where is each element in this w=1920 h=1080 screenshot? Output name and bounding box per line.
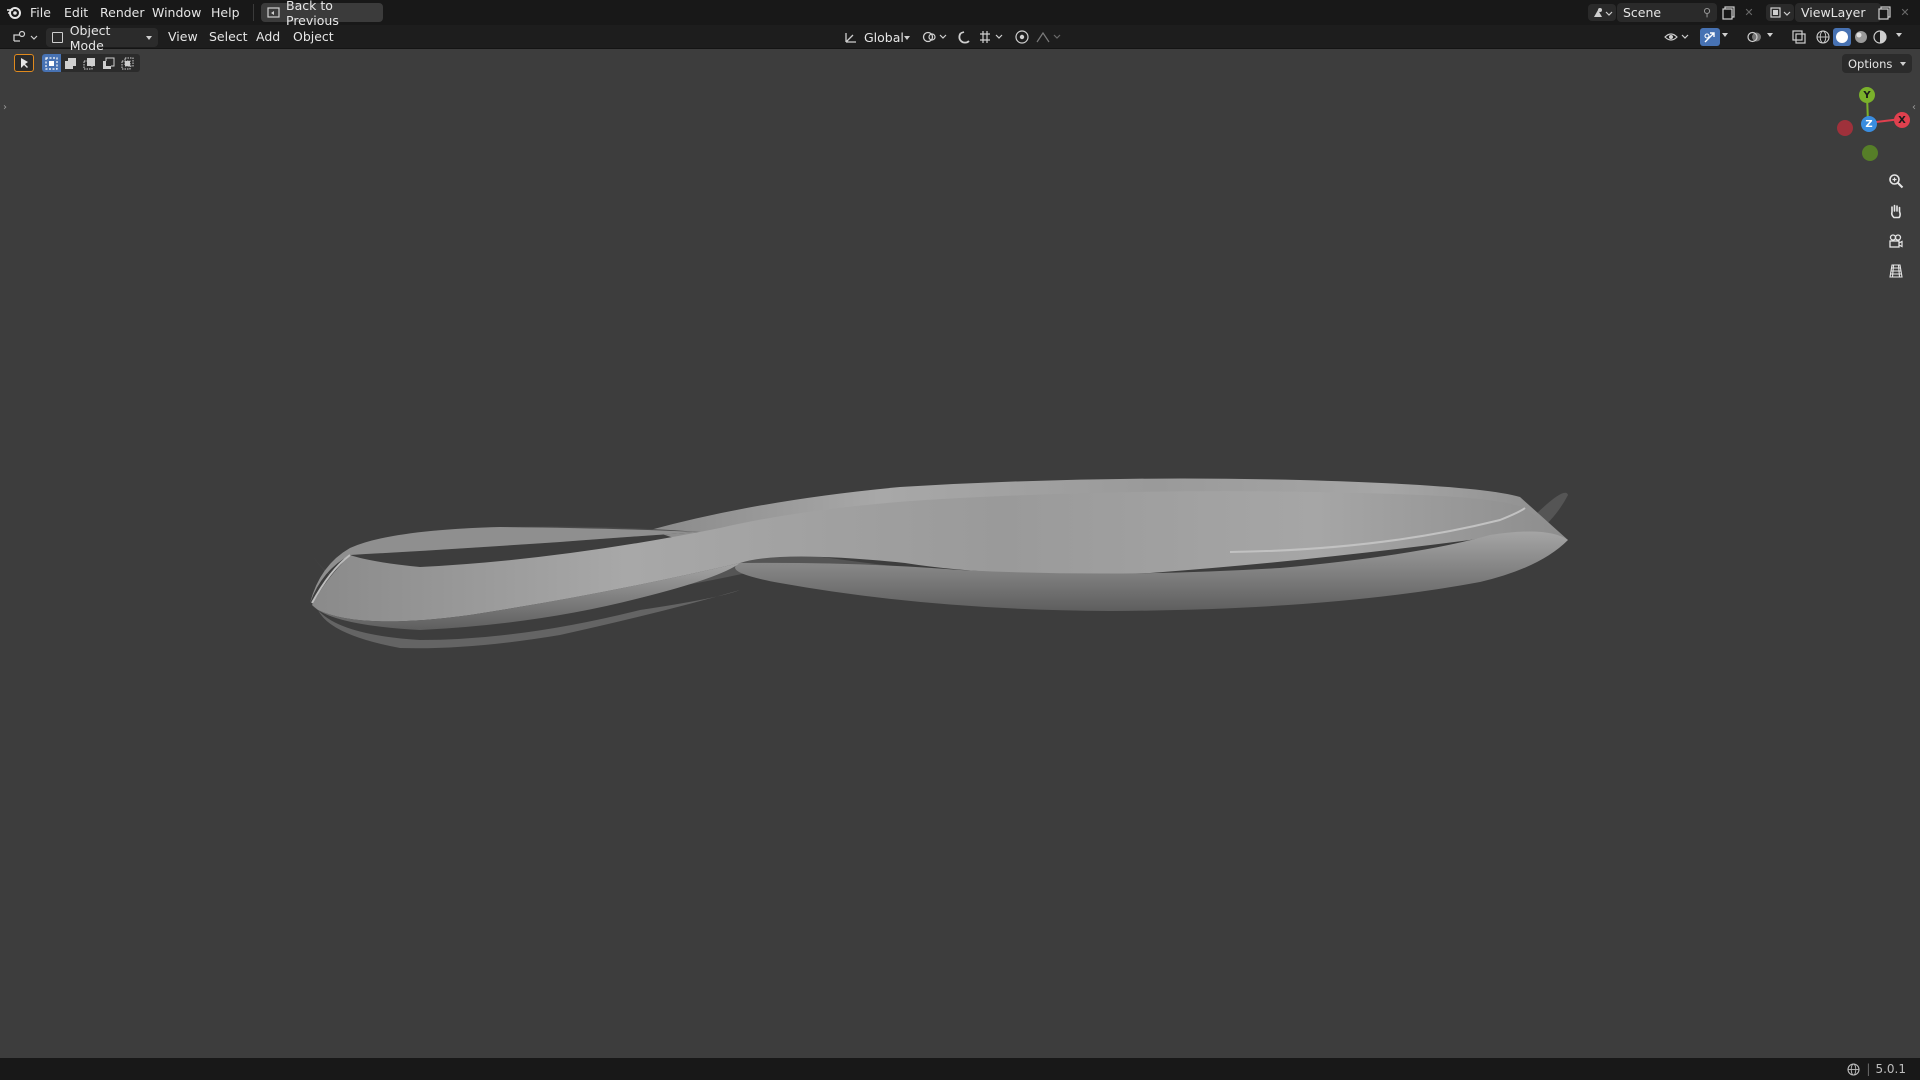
object-mode-icon — [52, 32, 63, 43]
new-viewlayer-icon[interactable] — [1876, 4, 1894, 21]
orientation-icon — [844, 31, 858, 44]
menu-help[interactable]: Help — [211, 6, 240, 20]
editor-type-icon[interactable] — [10, 28, 40, 46]
blender-version: 5.0.1 — [1875, 1062, 1906, 1076]
overlays-dropdown-icon[interactable] — [1767, 30, 1773, 40]
pin-icon[interactable]: ⚲ — [1703, 6, 1711, 19]
falloff-icon[interactable] — [1034, 28, 1064, 46]
menu-render[interactable]: Render — [100, 6, 145, 20]
menu-select[interactable]: Select — [209, 30, 248, 44]
solid-shading-icon[interactable] — [1833, 28, 1851, 46]
material-shading-icon[interactable] — [1852, 28, 1870, 46]
snap-target-icon[interactable] — [976, 28, 1006, 46]
3d-viewport[interactable]: Options › ‹ Y X Z — [0, 50, 1920, 1058]
chevron-down-icon — [146, 35, 152, 40]
blender-logo-icon[interactable] — [6, 4, 22, 20]
menu-view[interactable]: View — [168, 30, 198, 44]
scene-browse-icon[interactable] — [1588, 4, 1616, 21]
wireframe-shading-icon[interactable] — [1814, 28, 1832, 46]
pivot-point-icon[interactable] — [920, 28, 950, 46]
network-globe-icon[interactable] — [1847, 1062, 1860, 1076]
overlays-toggle-icon[interactable] — [1744, 28, 1764, 46]
proportional-editing-icon[interactable] — [1013, 28, 1031, 46]
menu-file[interactable]: File — [30, 6, 51, 20]
chevron-down-icon — [903, 35, 910, 40]
rendered-shading-icon[interactable] — [1871, 28, 1889, 46]
scene-name-text: Scene — [1623, 5, 1662, 20]
mode-dropdown[interactable]: Object Mode — [46, 23, 158, 53]
scene-name-field[interactable]: Scene ⚲ — [1617, 3, 1717, 22]
menu-add[interactable]: Add — [256, 30, 280, 44]
status-bar: | 5.0.1 — [0, 1058, 1920, 1080]
status-divider: | — [1866, 1062, 1871, 1076]
orientation-label: Global — [864, 30, 904, 45]
delete-scene-icon[interactable]: ✕ — [1742, 4, 1756, 21]
top-bar: File Edit Render Window Help Back to Pre… — [0, 0, 1920, 28]
back-button-label: Back to Previous — [286, 0, 339, 28]
gizmo-toggle-icon[interactable] — [1700, 28, 1720, 46]
shading-dropdown-icon[interactable] — [1896, 30, 1902, 40]
snap-toggle-icon[interactable] — [955, 28, 975, 46]
xray-toggle-icon[interactable] — [1790, 28, 1808, 46]
delete-viewlayer-icon[interactable]: ✕ — [1898, 4, 1912, 21]
menu-window[interactable]: Window — [152, 6, 201, 20]
gizmo-dropdown-icon[interactable] — [1722, 30, 1728, 40]
new-scene-icon[interactable] — [1720, 4, 1738, 21]
mobius-ring-object[interactable] — [0, 50, 1920, 1058]
menu-object[interactable]: Object — [293, 30, 334, 44]
menu-edit[interactable]: Edit — [64, 6, 88, 20]
viewlayer-name-text: ViewLayer — [1801, 5, 1866, 20]
viewlayer-name-field[interactable]: ViewLayer — [1795, 3, 1881, 22]
back-icon — [267, 6, 280, 19]
separator — [253, 4, 254, 21]
mode-label: Object Mode — [69, 22, 111, 53]
back-to-previous-button[interactable]: Back to Previous — [261, 0, 383, 28]
transform-orientation-dropdown[interactable]: Global — [838, 28, 914, 47]
visibility-selectability-icon[interactable] — [1662, 28, 1692, 46]
viewlayer-browse-icon[interactable] — [1766, 4, 1794, 21]
